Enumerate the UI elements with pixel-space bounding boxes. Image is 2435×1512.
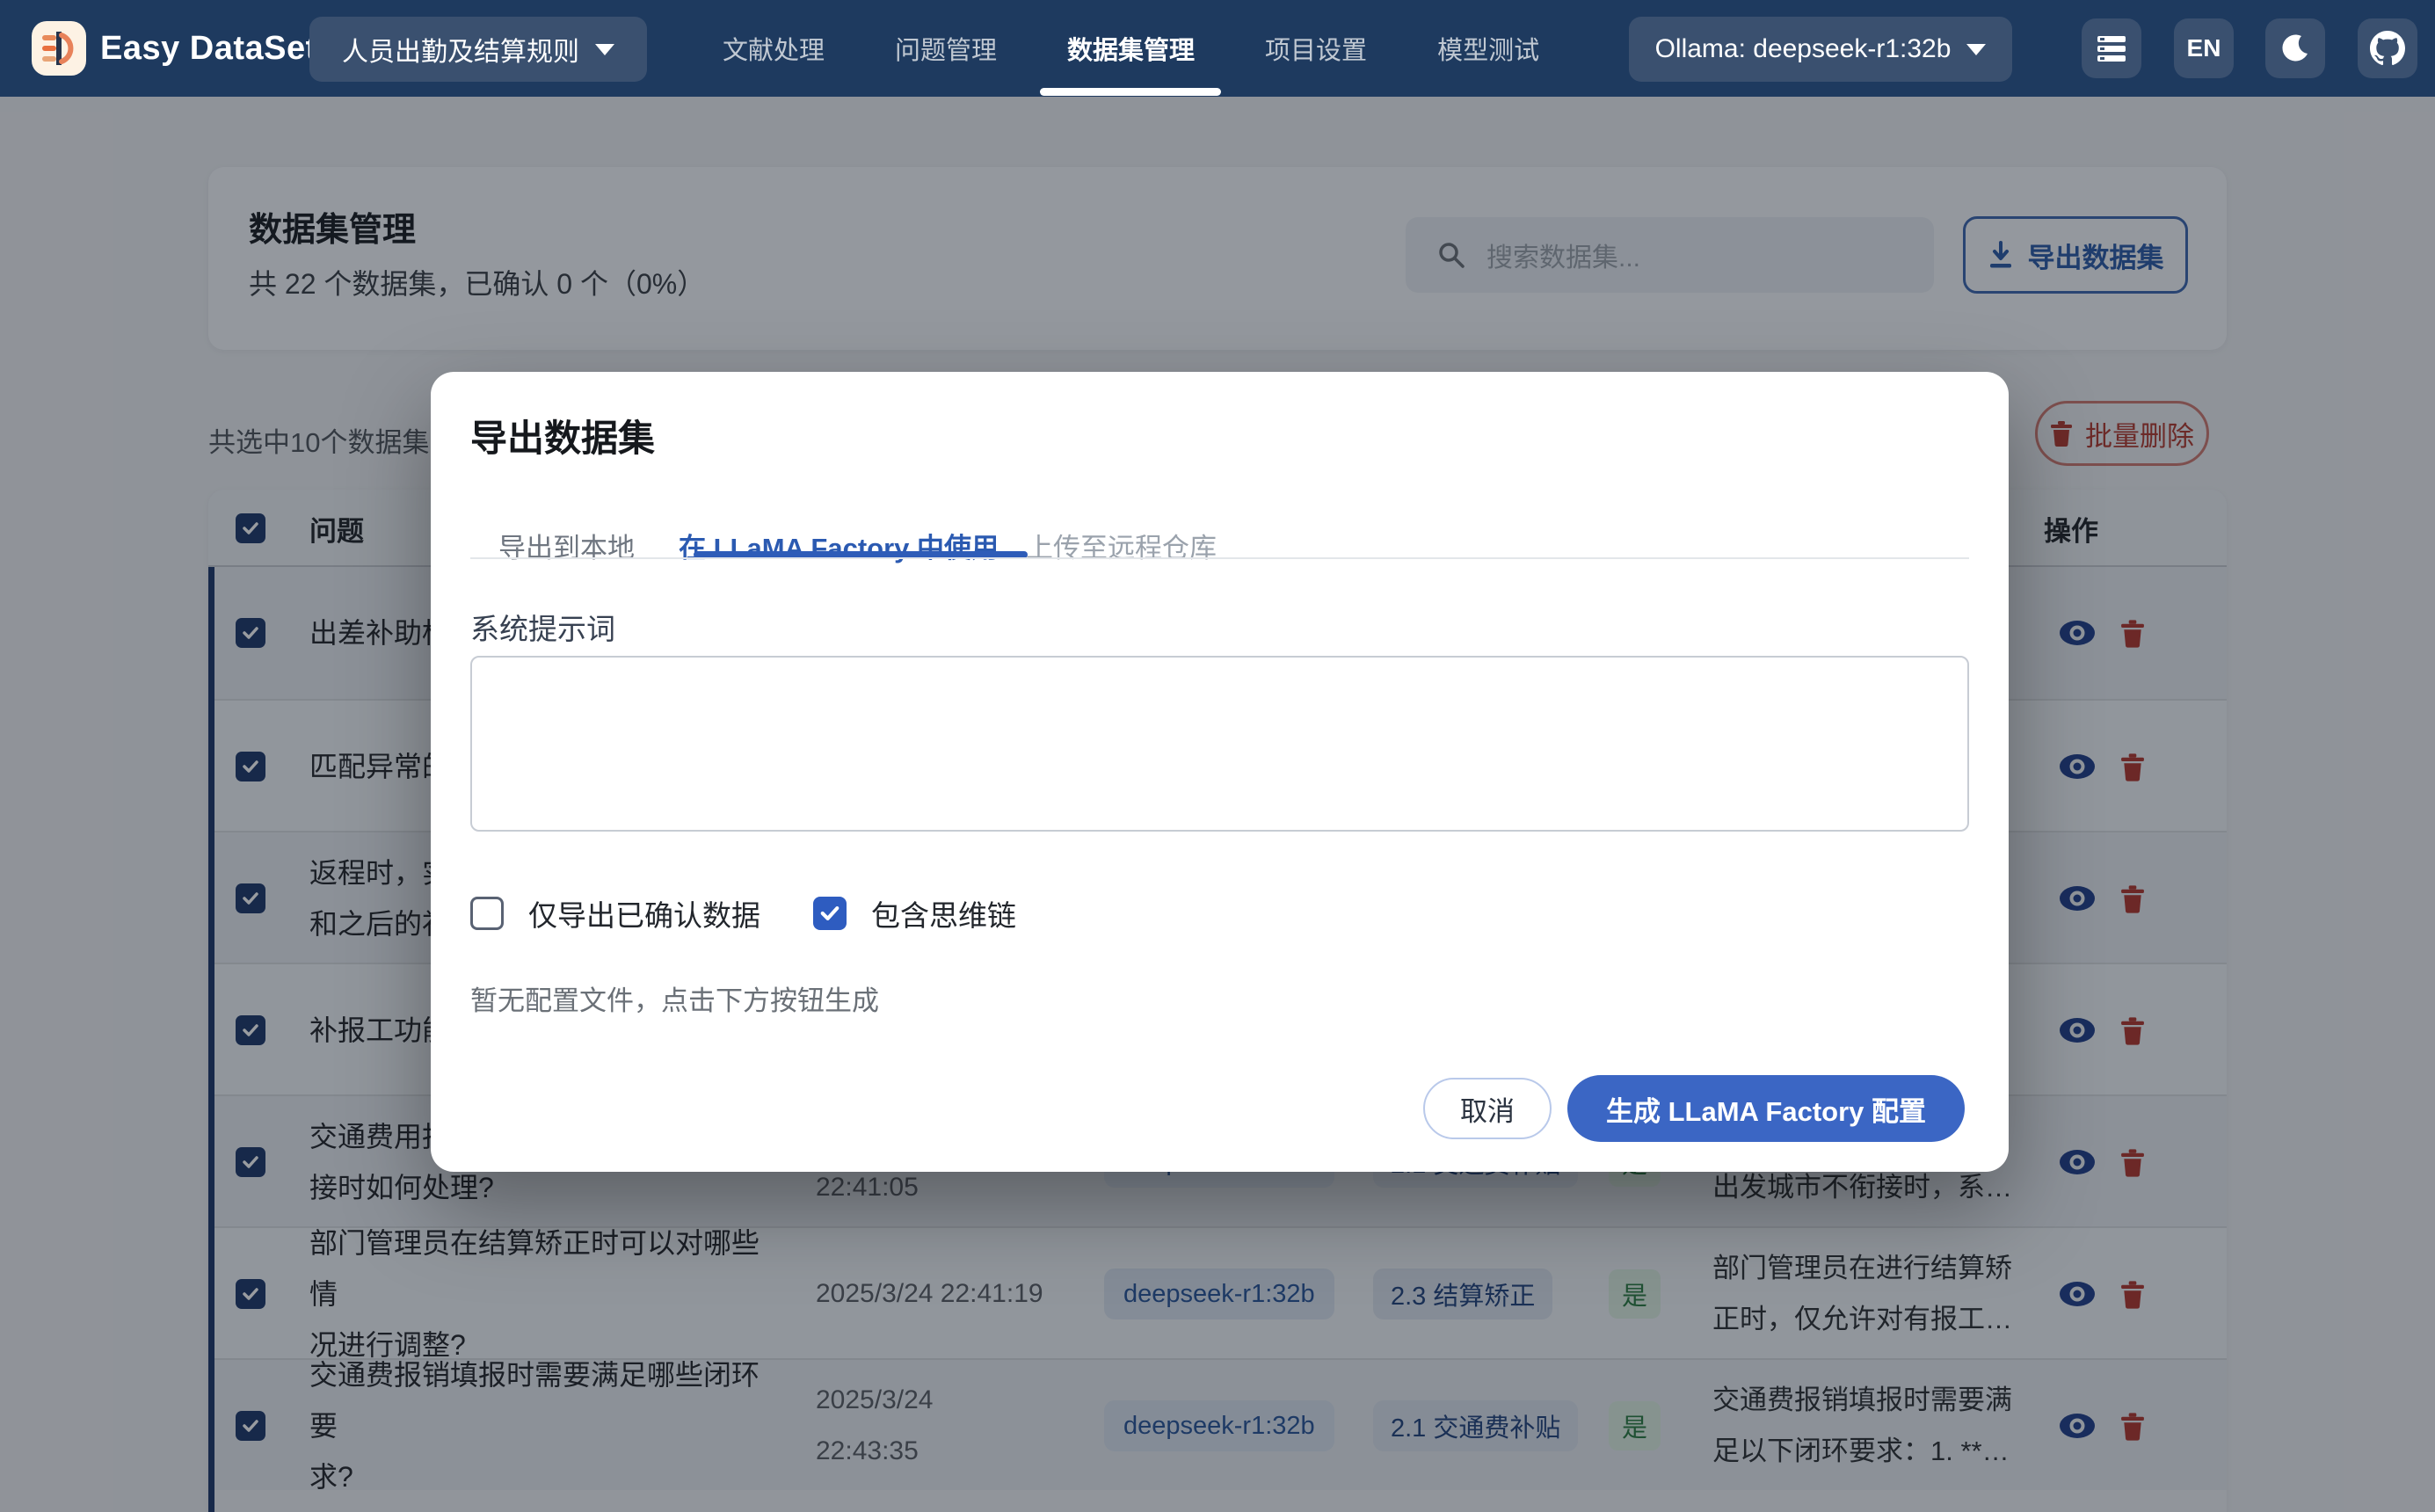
nav-item-project-settings[interactable]: 项目设置: [1265, 30, 1367, 67]
cancel-button[interactable]: 取消: [1423, 1078, 1552, 1139]
nav-item-literature[interactable]: 文献处理: [723, 30, 825, 67]
nav-item-datasets[interactable]: 数据集管理: [1067, 30, 1195, 67]
language-label: EN: [2187, 34, 2221, 62]
github-icon: [2370, 31, 2405, 66]
export-tabs: 导出到本地 在 LLaMA Factory 中使用 上传至远程仓库: [470, 504, 1969, 578]
easy-dataset-logo-icon: [39, 28, 79, 69]
check-icon: [818, 902, 841, 925]
main-nav: 文献处理 问题管理 数据集管理 项目设置 模型测试: [723, 0, 1539, 97]
model-selector-label: Ollama: deepseek-r1:32b: [1655, 34, 1952, 64]
tab-llama-factory[interactable]: 在 LLaMA Factory 中使用: [679, 526, 999, 565]
nav-item-model-test[interactable]: 模型测试: [1437, 30, 1539, 67]
moon-icon: [2280, 33, 2310, 63]
generate-config-label: 生成 LLaMA Factory 配置: [1606, 1089, 1926, 1129]
tab-export-local[interactable]: 导出到本地: [498, 526, 635, 565]
tabs-divider: [470, 557, 1969, 559]
dialog-footer: 取消 生成 LLaMA Factory 配置: [1423, 1075, 1965, 1142]
only-confirmed-checkbox[interactable]: 仅导出已确认数据: [470, 892, 760, 934]
checkbox-checked-icon: [813, 897, 847, 930]
task-list-button[interactable]: [2082, 18, 2141, 78]
project-selector-dropdown[interactable]: 人员出勤及结算规则: [309, 17, 647, 82]
model-selector-dropdown[interactable]: Ollama: deepseek-r1:32b: [1629, 17, 2012, 82]
tab-upload-remote[interactable]: 上传至远程仓库: [1026, 526, 1217, 565]
nav-item-questions[interactable]: 问题管理: [895, 30, 997, 67]
cancel-label: 取消: [1460, 1089, 1515, 1129]
chevron-down-icon: [1966, 44, 1986, 55]
app-logo[interactable]: [32, 21, 86, 76]
chevron-down-icon: [595, 44, 614, 55]
app-title: Easy DataSet: [100, 0, 317, 97]
export-dataset-dialog: 导出数据集 导出到本地 在 LLaMA Factory 中使用 上传至远程仓库 …: [431, 372, 2009, 1172]
language-toggle-button[interactable]: EN: [2174, 18, 2234, 78]
system-prompt-input[interactable]: [470, 656, 1969, 832]
system-prompt-label: 系统提示词: [470, 606, 615, 648]
include-cot-label: 包含思维链: [871, 892, 1016, 934]
export-options: 仅导出已确认数据 包含思维链: [470, 892, 1016, 934]
active-tab-indicator: [1040, 88, 1221, 96]
include-cot-checkbox[interactable]: 包含思维链: [813, 892, 1016, 934]
dialog-title: 导出数据集: [470, 409, 655, 462]
dark-mode-button[interactable]: [2265, 18, 2325, 78]
generate-config-button[interactable]: 生成 LLaMA Factory 配置: [1567, 1075, 1965, 1142]
project-selector-label: 人员出勤及结算规则: [342, 30, 579, 69]
top-navbar: Easy DataSet 人员出勤及结算规则 文献处理 问题管理 数据集管理 项…: [0, 0, 2435, 97]
list-icon: [2096, 33, 2127, 64]
github-button[interactable]: [2358, 18, 2417, 78]
checkbox-unchecked-icon: [470, 897, 504, 930]
config-hint-text: 暂无配置文件，点击下方按钮生成: [470, 978, 879, 1018]
only-confirmed-label: 仅导出已确认数据: [528, 892, 760, 934]
